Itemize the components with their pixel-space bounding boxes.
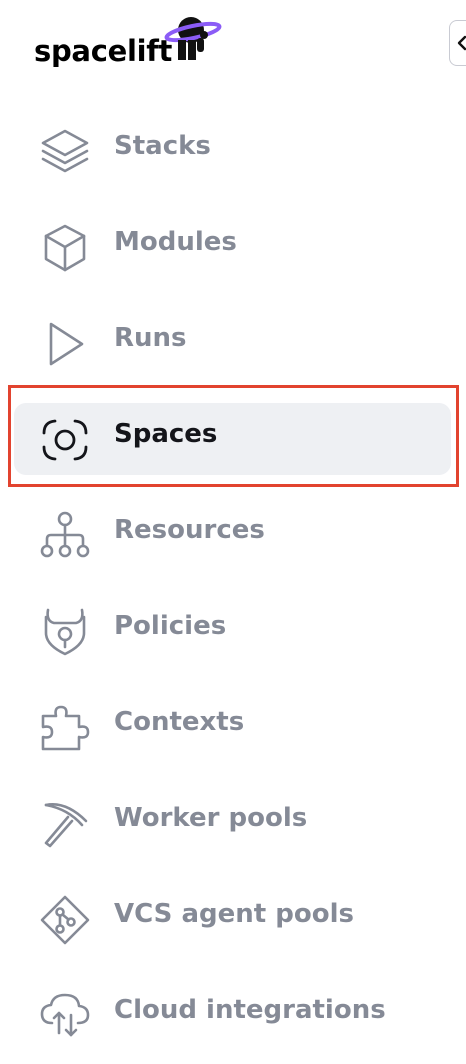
resource-tree-icon [40, 511, 90, 558]
sidebar-item-label: Contexts [114, 707, 245, 737]
git-diamond-icon [40, 895, 90, 945]
sidebar-item-stacks[interactable]: Stacks [0, 103, 466, 199]
play-icon [49, 322, 84, 366]
sidebar-item-vcs-agent-pools[interactable]: VCS agent pools [0, 871, 466, 967]
sidebar-item-label: Resources [114, 515, 265, 545]
astronaut-mascot-icon [164, 17, 222, 60]
shield-horns-icon [44, 608, 86, 656]
sidebar-item-runs[interactable]: Runs [0, 295, 466, 391]
sidebar-item-label: Modules [114, 227, 237, 257]
puzzle-icon [41, 705, 90, 751]
collapse-sidebar-button[interactable] [449, 20, 466, 66]
logo-wordmark: spacelift [34, 34, 173, 68]
sidebar-item-cloud-integrations[interactable]: Cloud integrations [0, 967, 466, 1063]
sidebar: spacelift Stacks Modules Runs Spaces Res… [0, 0, 466, 1064]
sidebar-item-modules[interactable]: Modules [0, 199, 466, 295]
sidebar-item-label: Runs [114, 323, 187, 353]
sidebar-item-label: Policies [114, 611, 227, 641]
sidebar-item-worker-pools[interactable]: Worker pools [0, 775, 466, 871]
chevron-left-icon [457, 35, 466, 51]
cube-icon [44, 224, 86, 272]
sidebar-item-resources[interactable]: Resources [0, 487, 466, 583]
selection-highlight-box [8, 385, 459, 487]
sidebar-item-label: Worker pools [114, 803, 308, 833]
pickaxe-icon [44, 803, 88, 848]
sidebar-item-label: Cloud integrations [114, 995, 386, 1025]
sidebar-item-contexts[interactable]: Contexts [0, 679, 466, 775]
cloud-transfer-icon [40, 993, 90, 1037]
sidebar-item-label: VCS agent pools [114, 899, 354, 929]
spacelift-logo[interactable]: spacelift [34, 10, 234, 70]
sidebar-item-policies[interactable]: Policies [0, 583, 466, 679]
sidebar-item-label: Stacks [114, 131, 211, 161]
sidebar-nav: Stacks Modules Runs Spaces Resources Pol… [0, 103, 466, 1063]
stack-layers-icon [41, 129, 89, 173]
